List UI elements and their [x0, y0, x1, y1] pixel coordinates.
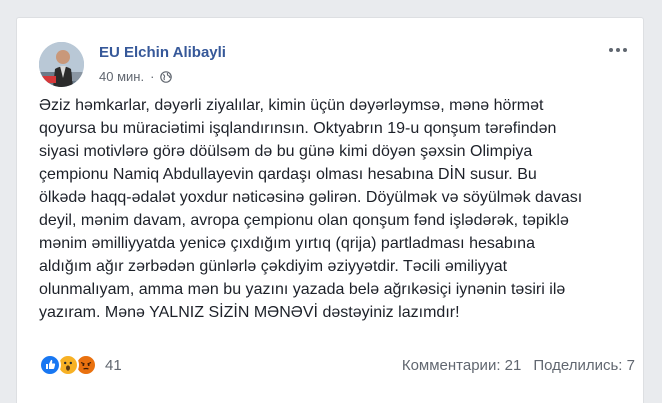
post-text-line: qoyursa bu müraciətimi işqlandırınsın. O…	[39, 120, 557, 137]
post-meta: 40 мин. ·	[99, 69, 173, 84]
post-body: Əziz həmkarlar, dəyərli ziyalılar, kimin…	[39, 94, 639, 324]
reactions-summary[interactable]: 41	[39, 354, 122, 376]
post-text-line: mənim əmilliyyatda yenicə çıxdığım yırtı…	[39, 235, 536, 252]
more-options-icon[interactable]	[606, 38, 630, 62]
post-text-line: ölkədə haqq-ədalət yoxdur nəticəsinə gəl…	[39, 189, 583, 206]
post-text-line: yazıram. Mənə YALNIZ SİZİN MƏNƏVİ dəstəy…	[39, 304, 460, 321]
post-text-line: siyasi motivlərə görə döülsəm də bu günə…	[39, 143, 533, 160]
like-icon	[39, 354, 61, 376]
post-text-line: Əziz həmkarlar, dəyərli ziyalılar, kimin…	[39, 97, 544, 114]
post-card: EU Elchin Alibayli 40 мин. · Əziz həmkar…	[16, 17, 644, 403]
post-footer: 41 Комментарии: 21 Поделились: 7	[39, 354, 635, 380]
avatar-photo	[39, 42, 84, 87]
post-stats: Комментарии: 21 Поделились: 7	[402, 357, 635, 374]
shares-count-link[interactable]: Поделились: 7	[533, 357, 635, 374]
avatar[interactable]	[39, 42, 84, 87]
post-text-line: çempionu Namiq Abdullayevin qardaşı olma…	[39, 166, 537, 183]
post-text-line: olunmalıyam, amma mən bu yazını yazada b…	[39, 281, 566, 298]
globe-icon[interactable]	[160, 70, 173, 83]
meta-separator: ·	[150, 69, 155, 84]
author-name[interactable]: EU Elchin Alibayli	[99, 44, 226, 61]
post-text-line: aldığım ağır zərbədən günlərlə çəkdiyim …	[39, 258, 508, 275]
reactions-count[interactable]: 41	[105, 357, 122, 374]
post-timestamp[interactable]: 40 мин.	[99, 69, 144, 84]
comments-count-link[interactable]: Комментарии: 21	[402, 357, 522, 374]
post-text-line: deyil, mənim davam, avropa çempionu olan…	[39, 212, 569, 229]
